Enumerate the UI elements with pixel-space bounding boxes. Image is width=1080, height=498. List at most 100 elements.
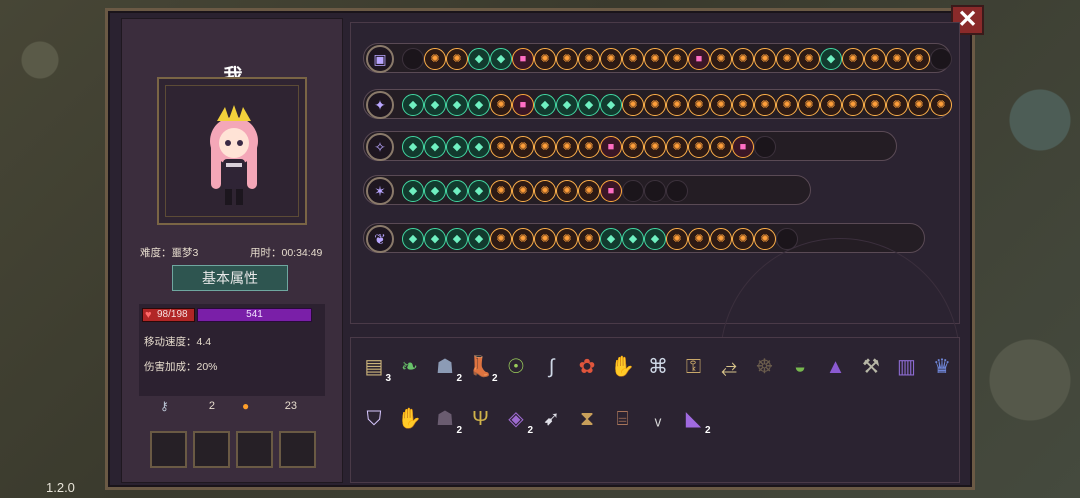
upgrade-gem-icon[interactable]: ✺ xyxy=(666,48,688,70)
crystal-icon[interactable]: ◣ 2 xyxy=(677,402,711,436)
green-hand-icon[interactable]: ✋ xyxy=(606,350,640,384)
upgrade-gem-icon[interactable]: ◆ xyxy=(402,94,424,116)
upgrade-gem-icon[interactable]: ✺ xyxy=(710,136,732,158)
hourglass-icon[interactable]: ⧗ xyxy=(570,402,604,436)
upgrade-gem-icon[interactable]: ✺ xyxy=(688,94,710,116)
upgrade-gem-icon[interactable]: ✺ xyxy=(754,94,776,116)
drum-icon[interactable]: ⌸ xyxy=(606,402,640,436)
crown-icon[interactable]: ♛ xyxy=(925,350,959,384)
weapon-row[interactable]: ▣ ✺ ✺ ◆ ◆ ■ ✺ ✺ ✺ ✺ ✺ ✺ ✺ ■ ✺ ✺ ✺ ✺ ✺ ◆ ✺ ✺ ✺ ✺ xyxy=(363,43,952,73)
empty-upgrade-slot[interactable] xyxy=(622,180,644,202)
upgrade-gem-icon[interactable]: ✺ xyxy=(776,94,798,116)
upgrade-gem-icon[interactable]: ◆ xyxy=(424,180,446,202)
upgrade-gem-icon[interactable]: ✺ xyxy=(556,180,578,202)
map-icon[interactable]: ◈ 2 xyxy=(499,402,533,436)
upgrade-gem-icon[interactable]: ✺ xyxy=(842,94,864,116)
empty-upgrade-slot[interactable] xyxy=(930,48,952,70)
upgrade-gem-icon[interactable]: ◆ xyxy=(402,136,424,158)
upgrade-gem-icon[interactable]: ■ xyxy=(512,94,534,116)
upgrade-gem-icon[interactable]: ✺ xyxy=(512,136,534,158)
empty-upgrade-slot[interactable] xyxy=(402,48,424,70)
upgrade-gem-icon[interactable]: ◆ xyxy=(644,228,666,250)
armor-chest-icon[interactable]: ▤ 3 xyxy=(357,350,391,384)
upgrade-gem-icon[interactable]: ◆ xyxy=(468,48,490,70)
upgrade-gem-icon[interactable]: ✺ xyxy=(710,228,732,250)
upgrade-gem-icon[interactable]: ✺ xyxy=(534,48,556,70)
wand-icon[interactable]: ✧ xyxy=(366,133,394,161)
upgrade-gem-icon[interactable]: ✺ xyxy=(490,180,512,202)
upgrade-gem-icon[interactable]: ✺ xyxy=(600,48,622,70)
upgrade-gem-icon[interactable]: ✺ xyxy=(710,48,732,70)
upgrade-gem-icon[interactable]: ◆ xyxy=(446,228,468,250)
empty-upgrade-slot[interactable] xyxy=(754,136,776,158)
upgrade-gem-icon[interactable]: ◆ xyxy=(446,94,468,116)
upgrade-gem-icon[interactable]: ✺ xyxy=(688,136,710,158)
antler-icon[interactable]: Ψ xyxy=(464,402,498,436)
upgrade-gem-icon[interactable]: ✺ xyxy=(556,136,578,158)
upgrade-gem-icon[interactable]: ✺ xyxy=(732,228,754,250)
upgrade-gem-icon[interactable]: ◆ xyxy=(468,180,490,202)
slime-icon[interactable]: ◒ xyxy=(783,350,817,384)
upgrade-gem-icon[interactable]: ✺ xyxy=(776,48,798,70)
rune-red-icon[interactable]: ✿ xyxy=(570,350,604,384)
scroll-icon[interactable]: ⌘ xyxy=(641,350,675,384)
upgrade-gem-icon[interactable]: ✺ xyxy=(490,228,512,250)
empty-upgrade-slot[interactable] xyxy=(644,180,666,202)
equipment-slot[interactable] xyxy=(193,431,230,468)
attributes-tab[interactable]: 基本属性 xyxy=(172,265,288,291)
upgrade-gem-icon[interactable]: ✺ xyxy=(578,48,600,70)
wing-icon[interactable]: ➹ xyxy=(535,402,569,436)
upgrade-gem-icon[interactable]: ✺ xyxy=(908,94,930,116)
weapon-row[interactable]: ✶ ◆ ◆ ◆ ◆ ✺ ✺ ✺ ✺ ✺ ■ xyxy=(363,175,811,205)
equipment-slot[interactable] xyxy=(279,431,316,468)
upgrade-gem-icon[interactable]: ✺ xyxy=(820,94,842,116)
upgrade-gem-icon[interactable]: ✺ xyxy=(864,48,886,70)
upgrade-gem-icon[interactable]: ✺ xyxy=(622,136,644,158)
upgrade-gem-icon[interactable]: ✺ xyxy=(644,136,666,158)
upgrade-gem-icon[interactable]: ✺ xyxy=(578,180,600,202)
upgrade-gem-icon[interactable]: ✺ xyxy=(512,228,534,250)
upgrade-gem-icon[interactable]: ✺ xyxy=(424,48,446,70)
empty-upgrade-slot[interactable] xyxy=(666,180,688,202)
upgrade-gem-icon[interactable]: ◆ xyxy=(402,228,424,250)
upgrade-gem-icon[interactable]: ✺ xyxy=(644,94,666,116)
upgrade-gem-icon[interactable]: ✺ xyxy=(578,136,600,158)
bag-icon[interactable]: ☸ xyxy=(748,350,782,384)
upgrade-gem-icon[interactable]: ✺ xyxy=(798,48,820,70)
upgrade-gem-icon[interactable]: ◆ xyxy=(578,94,600,116)
upgrade-gem-icon[interactable]: ✺ xyxy=(490,136,512,158)
upgrade-gem-icon[interactable]: ✺ xyxy=(446,48,468,70)
upgrade-gem-icon[interactable]: ◆ xyxy=(534,94,556,116)
upgrade-gem-icon[interactable]: ✺ xyxy=(666,94,688,116)
dark-wand-icon[interactable]: ✶ xyxy=(366,177,394,205)
tome-icon[interactable]: ▥ xyxy=(890,350,924,384)
upgrade-gem-icon[interactable]: ✺ xyxy=(798,94,820,116)
upgrade-gem-icon[interactable]: ◆ xyxy=(446,180,468,202)
upgrade-gem-icon[interactable]: ✺ xyxy=(732,94,754,116)
upgrade-gem-icon[interactable]: ◆ xyxy=(468,94,490,116)
upgrade-gem-icon[interactable]: ✺ xyxy=(512,180,534,202)
upgrade-gem-icon[interactable]: ✺ xyxy=(490,94,512,116)
hammer-icon[interactable]: ⚒ xyxy=(854,350,888,384)
upgrade-gem-icon[interactable]: ◆ xyxy=(424,94,446,116)
upgrade-gem-icon[interactable]: ◆ xyxy=(820,48,842,70)
upgrade-gem-icon[interactable]: ✺ xyxy=(622,94,644,116)
upgrade-gem-icon[interactable]: ◆ xyxy=(600,94,622,116)
upgrade-gem-icon[interactable]: ◆ xyxy=(600,228,622,250)
upgrade-gem-icon[interactable]: ◆ xyxy=(622,228,644,250)
upgrade-gem-icon[interactable]: ■ xyxy=(600,180,622,202)
staff-icon[interactable]: ✦ xyxy=(366,91,394,119)
upgrade-gem-icon[interactable]: ■ xyxy=(512,48,534,70)
weapon-row[interactable]: ✧ ◆ ◆ ◆ ◆ ✺ ✺ ✺ ✺ ✺ ■ ✺ ✺ ✺ ✺ ✺ ■ xyxy=(363,131,897,161)
armor-dark-icon[interactable]: ☗ 2 xyxy=(428,402,462,436)
upgrade-gem-icon[interactable]: ✺ xyxy=(534,136,556,158)
upgrade-gem-icon[interactable]: ◆ xyxy=(490,48,512,70)
equipment-slot[interactable] xyxy=(150,431,187,468)
weapon-row[interactable]: ✦ ◆ ◆ ◆ ◆ ✺ ■ ◆ ◆ ◆ ◆ ✺ ✺ ✺ ✺ ✺ ✺ ✺ ✺ ✺ ✺ ✺ ✺ ✺ ✺ ✺ xyxy=(363,89,952,119)
upgrade-gem-icon[interactable]: ◆ xyxy=(468,136,490,158)
helmet-icon[interactable]: ☉ xyxy=(499,350,533,384)
upgrade-gem-icon[interactable]: ◆ xyxy=(556,94,578,116)
horn-icon[interactable]: ∫ xyxy=(535,350,569,384)
upgrade-gem-icon[interactable]: ✺ xyxy=(842,48,864,70)
upgrade-gem-icon[interactable]: ✺ xyxy=(908,48,930,70)
